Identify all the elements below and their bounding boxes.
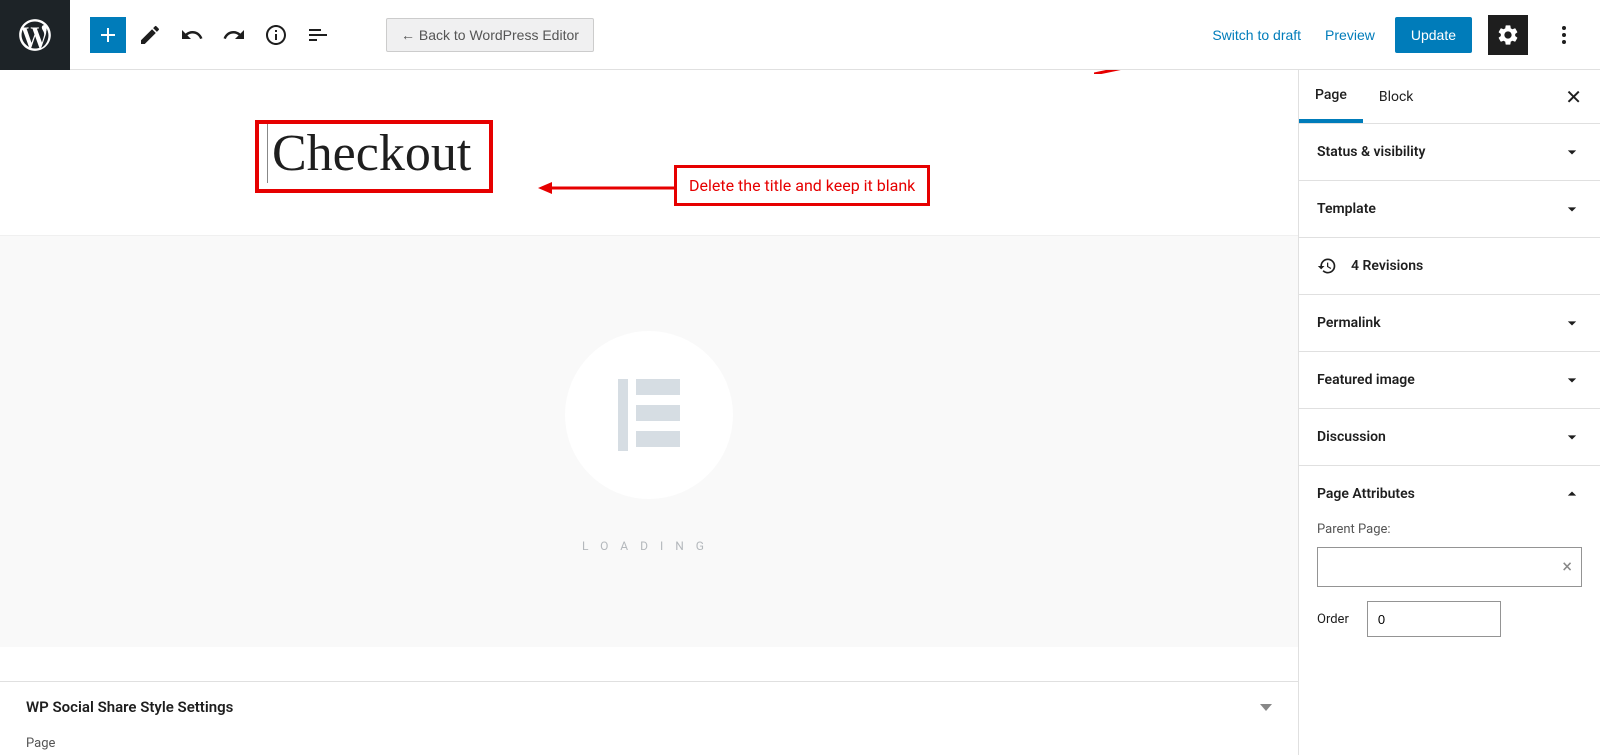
chevron-down-icon — [1562, 142, 1582, 162]
outline-button[interactable] — [300, 17, 336, 53]
tab-page[interactable]: Page — [1299, 71, 1363, 123]
meta-box-header[interactable]: WP Social Share Style Settings — [0, 682, 1298, 732]
loading-indicator — [565, 331, 733, 499]
panel-permalink[interactable]: Permalink — [1299, 295, 1600, 351]
clear-icon[interactable]: × — [1562, 557, 1572, 578]
annotation-arrow-update — [1094, 70, 1298, 74]
panel-title: Template — [1317, 201, 1376, 217]
add-block-button[interactable] — [90, 17, 126, 53]
redo-icon — [222, 23, 246, 47]
page-title-input[interactable]: Checkout — [267, 124, 471, 183]
undo-icon — [180, 23, 204, 47]
chevron-down-icon — [1562, 313, 1582, 333]
parent-page-select[interactable] — [1317, 547, 1582, 587]
panel-status-visibility[interactable]: Status & visibility — [1299, 124, 1600, 180]
loading-text: LOADING — [582, 539, 716, 553]
wordpress-icon — [16, 16, 54, 54]
redo-button[interactable] — [216, 17, 252, 53]
panel-template[interactable]: Template — [1299, 181, 1600, 237]
history-icon — [1317, 256, 1337, 276]
order-label: Order — [1317, 612, 1349, 627]
chevron-down-icon — [1562, 199, 1582, 219]
panel-page-attributes[interactable]: Page Attributes — [1299, 466, 1600, 522]
more-vertical-icon — [1552, 23, 1576, 47]
panel-title: Discussion — [1317, 429, 1386, 445]
meta-footer-text: Page — [0, 732, 1298, 755]
elementor-icon — [618, 379, 680, 451]
gear-icon — [1496, 23, 1520, 47]
panel-discussion[interactable]: Discussion — [1299, 409, 1600, 465]
back-to-wordpress-button[interactable]: ← Back to WordPress Editor — [386, 18, 594, 52]
update-button[interactable]: Update — [1395, 17, 1472, 53]
panel-title: Featured image — [1317, 372, 1415, 388]
loading-area: LOADING — [0, 235, 1298, 647]
wordpress-logo[interactable] — [0, 0, 70, 70]
close-icon: ✕ — [1565, 85, 1582, 109]
list-icon — [306, 23, 330, 47]
options-button[interactable] — [1544, 15, 1584, 55]
info-button[interactable] — [258, 17, 294, 53]
meta-box-title: WP Social Share Style Settings — [26, 698, 233, 716]
chevron-up-icon — [1562, 484, 1582, 504]
tab-block[interactable]: Block — [1363, 73, 1430, 121]
annotation-arrow-title — [538, 178, 678, 198]
settings-button[interactable] — [1488, 15, 1528, 55]
undo-button[interactable] — [174, 17, 210, 53]
annotation-text: Delete the title and keep it blank — [689, 176, 915, 195]
panel-title: Permalink — [1317, 315, 1381, 331]
panel-title: Page Attributes — [1317, 486, 1415, 502]
revisions-text: 4 Revisions — [1351, 258, 1423, 274]
annotation-label: Delete the title and keep it blank — [674, 165, 930, 206]
pencil-icon — [138, 23, 162, 47]
plus-icon — [96, 23, 120, 47]
preview-button[interactable]: Preview — [1321, 21, 1379, 49]
chevron-down-icon — [1562, 370, 1582, 390]
parent-page-label: Parent Page: — [1317, 522, 1582, 537]
close-sidebar-button[interactable]: ✕ — [1547, 75, 1600, 119]
edit-button[interactable] — [132, 17, 168, 53]
revisions-link[interactable]: 4 Revisions — [1299, 238, 1600, 295]
info-icon — [264, 23, 288, 47]
order-input[interactable] — [1367, 601, 1501, 637]
panel-title: Status & visibility — [1317, 144, 1425, 160]
chevron-down-icon — [1260, 704, 1272, 711]
title-annotation-box: Checkout — [255, 120, 493, 193]
switch-to-draft-button[interactable]: Switch to draft — [1208, 21, 1305, 49]
chevron-down-icon — [1562, 427, 1582, 447]
panel-featured-image[interactable]: Featured image — [1299, 352, 1600, 408]
